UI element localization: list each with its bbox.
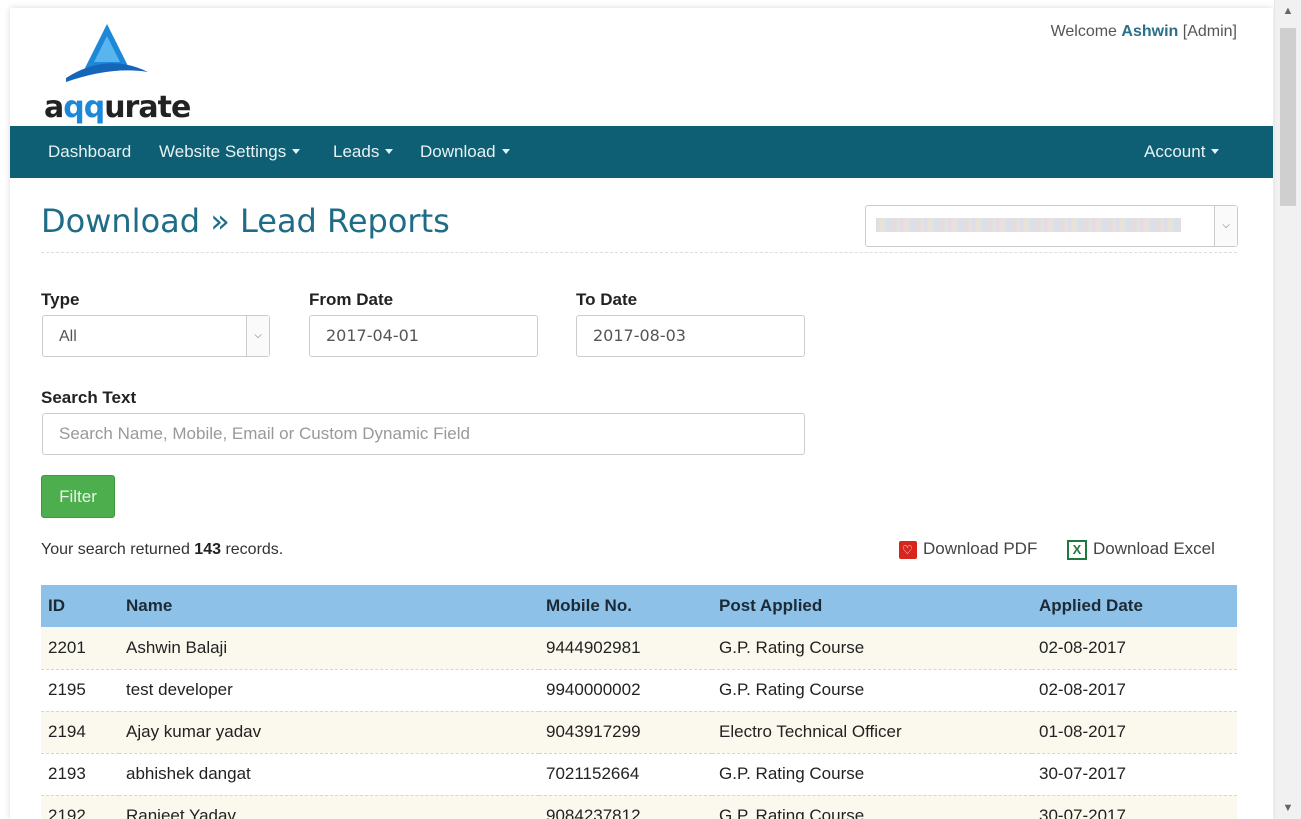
- header-id[interactable]: ID: [41, 585, 119, 627]
- header-post-applied[interactable]: Post Applied: [712, 585, 1032, 627]
- cell-mobile: 7021152664: [546, 764, 640, 783]
- cell-post: G.P. Rating Course: [719, 764, 865, 783]
- leads-table: ID Name Mobile No. Post Applied Applied …: [41, 585, 1237, 819]
- cell-name: test developer: [126, 680, 233, 699]
- table-header-row: ID Name Mobile No. Post Applied Applied …: [41, 585, 1237, 627]
- cell-date: 30-07-2017: [1039, 806, 1126, 819]
- user-role: [Admin]: [1182, 23, 1237, 40]
- logo[interactable]: aqqurate: [44, 22, 191, 125]
- chevron-down-icon: ⌵: [246, 316, 269, 356]
- cell-id: 2193: [48, 764, 86, 783]
- browser-page: Welcome Ashwin [Admin] aqqurate Dashboar…: [10, 8, 1273, 819]
- to-date-input[interactable]: 2017-08-03: [576, 315, 805, 357]
- table-row[interactable]: 2195 test developer 9940000002 G.P. Rati…: [41, 669, 1237, 711]
- title-divider: [41, 252, 1237, 253]
- cell-post: G.P. Rating Course: [719, 680, 865, 699]
- download-excel-link[interactable]: X Download Excel: [1067, 539, 1215, 560]
- header-name[interactable]: Name: [119, 585, 539, 627]
- from-date-label: From Date: [309, 290, 394, 309]
- type-select[interactable]: All ⌵: [42, 315, 270, 357]
- cell-date: 02-08-2017: [1039, 637, 1126, 657]
- nav-dashboard[interactable]: Dashboard: [48, 126, 131, 178]
- cell-date: 30-07-2017: [1039, 764, 1126, 783]
- nav-leads[interactable]: Leads: [333, 126, 394, 178]
- records-summary: Your search returned 143 records.: [41, 541, 284, 558]
- header-applied-date[interactable]: Applied Date: [1032, 585, 1237, 627]
- cell-date: 02-08-2017: [1039, 680, 1126, 699]
- table-row[interactable]: 2192 Ranjeet Yadav 9084237812 G.P. Ratin…: [41, 795, 1237, 819]
- scroll-down-icon[interactable]: ▼: [1275, 799, 1301, 817]
- cell-name: Ajay kumar yadav: [126, 722, 262, 741]
- search-text-label: Search Text: [41, 388, 137, 407]
- logo-text: aqqurate: [44, 90, 191, 125]
- cell-name: Ranjeet Yadav: [126, 806, 236, 819]
- cell-mobile: 9084237812: [546, 806, 641, 819]
- table-row[interactable]: 2201 Ashwin Balaji 9444902981 G.P. Ratin…: [41, 627, 1237, 669]
- cell-id: 2195: [48, 680, 86, 699]
- cell-date: 01-08-2017: [1039, 722, 1126, 741]
- filter-button[interactable]: Filter: [41, 475, 115, 518]
- cell-name: Ashwin Balaji: [126, 637, 228, 657]
- from-date-input[interactable]: 2017-04-01: [309, 315, 538, 357]
- cell-mobile: 9444902981: [546, 637, 641, 657]
- pdf-icon: [899, 540, 917, 559]
- cell-post: G.P. Rating Course: [719, 806, 865, 819]
- cell-id: 2201: [48, 637, 86, 657]
- cell-id: 2192: [48, 806, 86, 819]
- nav-account[interactable]: Account: [1144, 126, 1220, 178]
- scroll-up-icon[interactable]: ▲: [1275, 2, 1301, 20]
- excel-icon: X: [1067, 539, 1087, 560]
- caret-down-icon: [385, 149, 394, 155]
- type-label: Type: [41, 290, 80, 309]
- cell-id: 2194: [48, 722, 86, 741]
- nav-website-settings[interactable]: Website Settings: [159, 126, 301, 178]
- cell-mobile: 9940000002: [546, 680, 641, 699]
- chevron-down-icon: ⌵: [1214, 206, 1237, 246]
- cell-mobile: 9043917299: [546, 722, 641, 741]
- scrollbar-thumb[interactable]: [1280, 28, 1296, 206]
- search-input[interactable]: Search Name, Mobile, Email or Custom Dyn…: [42, 413, 805, 455]
- caret-down-icon: [292, 149, 301, 155]
- header-mobile[interactable]: Mobile No.: [539, 585, 712, 627]
- caret-down-icon: [501, 149, 510, 155]
- main-navbar: Dashboard Website Settings Leads Downloa…: [10, 126, 1273, 178]
- logo-mark-icon: [66, 24, 148, 82]
- table-row[interactable]: 2194 Ajay kumar yadav 9043917299 Electro…: [41, 711, 1237, 753]
- page-title: Download » Lead Reports: [41, 202, 450, 240]
- vertical-scrollbar[interactable]: ▲ ▼: [1274, 0, 1301, 819]
- cell-name: abhishek dangat: [126, 764, 251, 783]
- caret-down-icon: [1211, 149, 1220, 155]
- type-select-value: All: [59, 328, 77, 345]
- cell-post: Electro Technical Officer: [719, 722, 902, 741]
- account-select[interactable]: ⌵: [865, 205, 1238, 247]
- records-count: 143: [194, 541, 221, 558]
- cell-post: G.P. Rating Course: [719, 637, 865, 657]
- welcome-message: Welcome Ashwin [Admin]: [1051, 23, 1237, 41]
- nav-download[interactable]: Download: [420, 126, 510, 178]
- blurred-selection: [876, 218, 1181, 232]
- table-row[interactable]: 2193 abhishek dangat 7021152664 G.P. Rat…: [41, 753, 1237, 795]
- to-date-label: To Date: [576, 290, 638, 309]
- user-name-link[interactable]: Ashwin: [1121, 23, 1178, 40]
- download-pdf-link[interactable]: Download PDF: [899, 539, 1037, 559]
- welcome-prefix: Welcome: [1050, 23, 1117, 40]
